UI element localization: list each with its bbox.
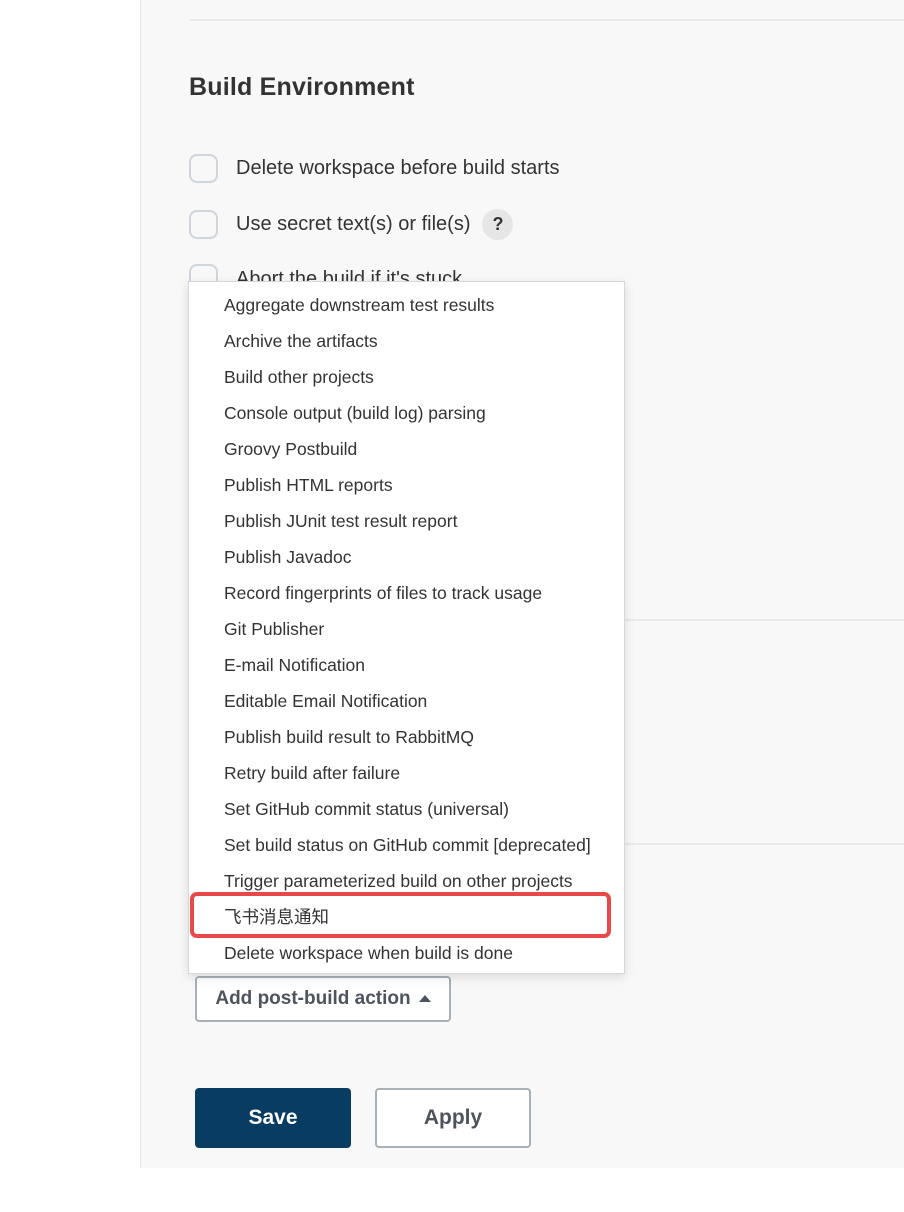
option-label: Abort the build if it's stuck [236,268,463,282]
menu-item-editable-email-notification[interactable]: Editable Email Notification [189,683,624,719]
menu-item-retry-build[interactable]: Retry build after failure [189,755,624,791]
menu-item-delete-workspace-when-done[interactable]: Delete workspace when build is done [189,935,624,971]
option-abort-build-if-stuck[interactable]: Abort the build if it's stuck [189,262,462,282]
apply-button[interactable]: Apply [375,1088,531,1148]
option-label: Delete workspace before build starts [236,156,560,179]
menu-item-publish-javadoc[interactable]: Publish Javadoc [189,539,624,575]
menu-item-console-output-parsing[interactable]: Console output (build log) parsing [189,395,624,431]
menu-item-publish-html-reports[interactable]: Publish HTML reports [189,467,624,503]
delete-workspace-checkbox[interactable] [189,153,218,183]
post-build-action-menu: Aggregate downstream test results Archiv… [188,281,625,974]
abort-build-checkbox[interactable] [189,264,218,282]
menu-item-github-build-status-deprecated[interactable]: Set build status on GitHub commit [depre… [189,827,624,863]
menu-item-aggregate-downstream-test-results[interactable]: Aggregate downstream test results [189,287,624,323]
save-button[interactable]: Save [195,1088,351,1148]
menu-item-trigger-parameterized-build[interactable]: Trigger parameterized build on other pro… [189,863,624,899]
menu-item-publish-junit-report[interactable]: Publish JUnit test result report [189,503,624,539]
help-icon[interactable]: ? [482,208,514,240]
use-secret-checkbox[interactable] [189,209,218,239]
menu-item-build-other-projects[interactable]: Build other projects [189,359,624,395]
menu-item-record-fingerprints[interactable]: Record fingerprints of files to track us… [189,575,624,611]
add-post-build-action-label: Add post-build action [215,988,411,1009]
menu-item-git-publisher[interactable]: Git Publisher [189,611,624,647]
section-title-build-environment: Build Environment [189,73,415,101]
menu-item-publish-rabbitmq[interactable]: Publish build result to RabbitMQ [189,719,624,755]
add-post-build-action-button[interactable]: Add post-build action [195,976,451,1022]
option-label: Use secret text(s) or file(s) [236,212,471,235]
menu-item-github-commit-status[interactable]: Set GitHub commit status (universal) [189,791,624,827]
menu-item-groovy-postbuild[interactable]: Groovy Postbuild [189,431,624,467]
caret-up-icon [418,994,431,1002]
menu-item-feishu-notification[interactable]: 飞书消息通知 [189,899,624,935]
option-use-secret-text[interactable]: Use secret text(s) or file(s) ? [189,207,514,241]
section-divider [190,19,904,21]
option-delete-workspace-before-build[interactable]: Delete workspace before build starts [189,151,560,185]
menu-item-archive-artifacts[interactable]: Archive the artifacts [189,323,624,359]
jenkins-config-page: Build Environment Delete workspace befor… [0,0,904,1212]
menu-item-email-notification[interactable]: E-mail Notification [189,647,624,683]
